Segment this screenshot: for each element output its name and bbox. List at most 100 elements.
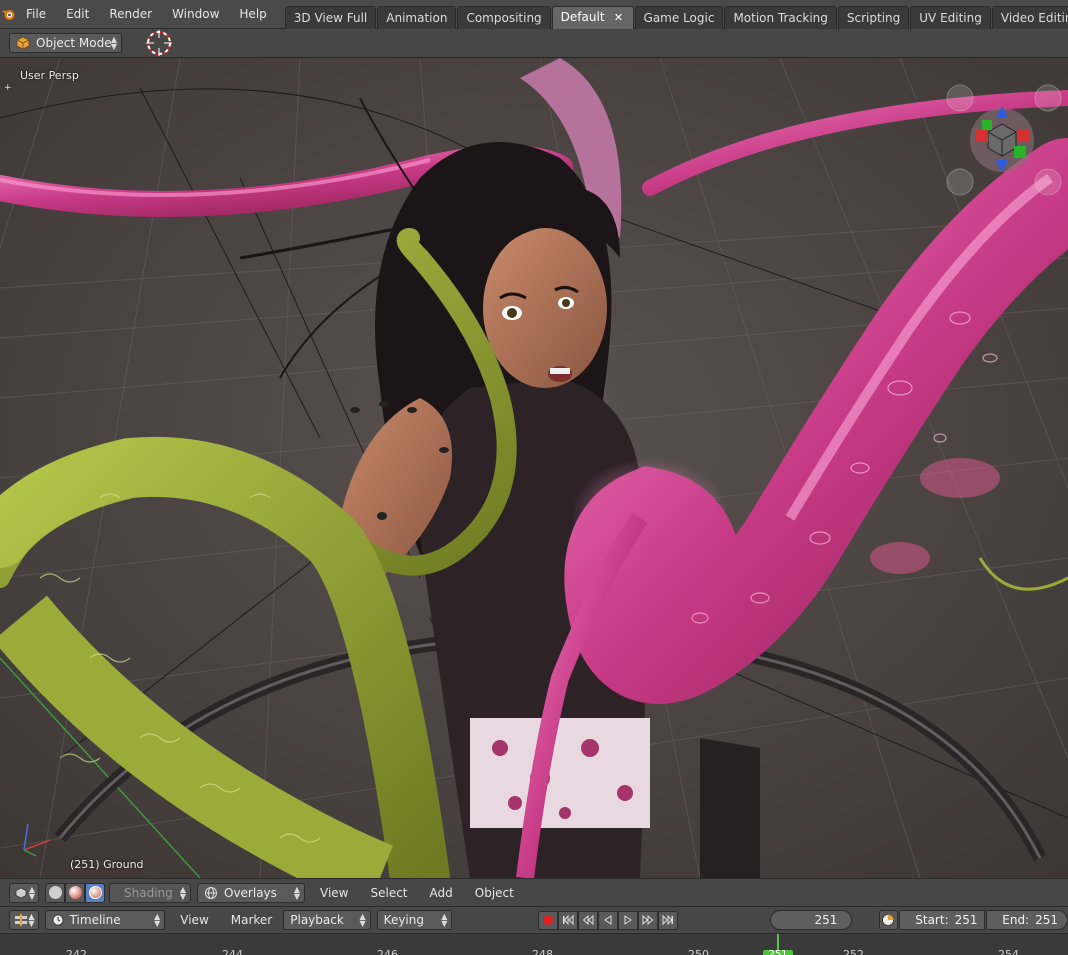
close-icon[interactable]: ✕ — [613, 11, 625, 24]
timeline-ruler[interactable]: 242 244 246 248 250 252 254 251 — [0, 933, 1068, 955]
current-frame-value: 251 — [814, 913, 838, 927]
menu-render[interactable]: Render — [99, 0, 162, 29]
solid-shading-button[interactable] — [45, 882, 65, 903]
current-frame-field[interactable]: 251 — [770, 910, 852, 930]
timeline-editor-icon — [15, 914, 27, 926]
record-icon — [543, 915, 554, 925]
rendered-shading-button[interactable] — [85, 882, 105, 903]
prev-keyframe-icon — [583, 915, 594, 925]
tab-video-editing[interactable]: Video Editing — [991, 5, 1068, 29]
chevron-updown-icon: ▲ ▼ — [28, 884, 35, 901]
3d-cursor-icon[interactable] — [144, 30, 174, 56]
menu-window[interactable]: Window — [162, 0, 229, 29]
viewport-header: ▲ ▼ Shading ▲ ▼ Overlays ▲ ▼ View Select Ad… — [0, 878, 1068, 906]
tab-default[interactable]: Default ✕ — [551, 5, 634, 29]
overlays-dropdown[interactable]: Overlays ▲ ▼ — [197, 882, 305, 903]
playback-dropdown[interactable]: Playback ▲ ▼ — [283, 910, 371, 930]
end-frame-field[interactable]: End: 251 — [986, 910, 1068, 930]
3d-viewport[interactable]: User Persp + (251) Ground — [0, 58, 1068, 878]
chevron-updown-icon: ▲ ▼ — [441, 912, 448, 928]
timeline-label: Timeline — [69, 913, 121, 927]
blender-logo-icon[interactable] — [0, 0, 16, 29]
viewport-menu-select[interactable]: Select — [359, 886, 418, 900]
jump-start-icon — [563, 915, 574, 925]
menu-help[interactable]: Help — [229, 0, 276, 29]
timeline-editor-type-dropdown[interactable]: ▲ ▼ — [9, 910, 39, 930]
tab-scripting[interactable]: Scripting — [837, 5, 910, 29]
chevron-updown-icon: ▲ ▼ — [179, 884, 186, 901]
rendered-sphere-icon — [88, 886, 102, 899]
chevron-updown-icon: ▲ ▼ — [154, 912, 161, 928]
start-frame-label: Start: — [915, 913, 949, 927]
clock-icon — [52, 914, 63, 926]
end-frame-label: End: — [1002, 913, 1030, 927]
jump-start-button[interactable] — [558, 910, 579, 930]
view-perspective-label: User Persp — [20, 69, 79, 82]
shading-dropdown[interactable]: Shading ▲ ▼ — [109, 882, 191, 903]
active-object-label: (251) Ground — [70, 858, 144, 871]
axis-indicator-icon — [23, 823, 51, 857]
pan-icon[interactable] — [1034, 84, 1062, 112]
ruler-tick: 244 — [222, 948, 243, 955]
camera-icon[interactable] — [946, 168, 974, 196]
play-reverse-icon — [604, 915, 612, 925]
shading-mode-group — [45, 882, 105, 903]
playback-label: Playback — [290, 913, 344, 927]
end-frame-value: 251 — [1035, 913, 1059, 927]
move-icon[interactable] — [1034, 168, 1062, 196]
ruler-tick: 250 — [688, 948, 709, 955]
jump-end-button[interactable] — [658, 910, 679, 930]
expand-toolbar-icon[interactable]: + — [4, 83, 12, 93]
preview-range-button[interactable] — [878, 910, 899, 930]
object-mode-dropdown[interactable]: Object Mode ▲ ▼ — [9, 33, 122, 53]
play-icon — [624, 915, 633, 925]
material-shading-button[interactable] — [65, 882, 85, 903]
zoom-icon[interactable] — [946, 84, 974, 112]
timeline-menu-view[interactable]: View — [169, 913, 219, 927]
viewport-menu-view[interactable]: View — [309, 886, 359, 900]
tab-motion-tracking[interactable]: Motion Tracking — [724, 5, 837, 29]
prev-keyframe-button[interactable] — [578, 910, 599, 930]
chevron-updown-icon: ▲ ▼ — [110, 35, 117, 51]
tab-animation[interactable]: Animation — [377, 5, 457, 29]
mode-header: Object Mode ▲ ▼ — [0, 29, 1068, 58]
next-keyframe-icon — [642, 915, 654, 925]
tab-default-label: Default — [560, 10, 605, 24]
tab-compositing[interactable]: Compositing — [457, 5, 551, 29]
start-frame-value: 251 — [954, 913, 978, 927]
viewport-menu-object[interactable]: Object — [464, 886, 525, 900]
playback-controls — [538, 910, 679, 930]
keying-label: Keying — [383, 913, 424, 927]
next-keyframe-button[interactable] — [638, 910, 659, 930]
chevron-updown-icon: ▲ ▼ — [293, 884, 300, 901]
tab-uv-editing[interactable]: UV Editing — [910, 5, 991, 29]
material-sphere-icon — [68, 886, 82, 899]
overlays-label: Overlays — [224, 885, 277, 900]
jump-end-icon — [662, 915, 674, 925]
ruler-tick: 246 — [377, 948, 398, 955]
object-mode-label: Object Mode — [36, 36, 112, 50]
menu-file[interactable]: File — [16, 0, 56, 29]
chevron-updown-icon: ▲ ▼ — [359, 912, 366, 928]
keying-dropdown[interactable]: Keying ▲ ▼ — [376, 910, 453, 930]
workspace-tabs: 3D View Full Animation Compositing Defau… — [284, 0, 1068, 29]
play-reverse-button[interactable] — [598, 910, 619, 930]
play-button[interactable] — [618, 910, 639, 930]
ruler-tick: 252 — [843, 948, 864, 955]
solid-sphere-icon — [48, 886, 62, 899]
menu-edit[interactable]: Edit — [56, 0, 99, 29]
timeline-menu-marker[interactable]: Marker — [220, 913, 283, 927]
timeline-dropdown[interactable]: Timeline ▲ ▼ — [44, 910, 166, 930]
start-frame-field[interactable]: Start: 251 — [899, 910, 986, 930]
navigation-gizmo[interactable] — [940, 80, 1068, 200]
tab-game-logic[interactable]: Game Logic — [634, 5, 724, 29]
viewport-menu-add[interactable]: Add — [419, 886, 464, 900]
editor-type-dropdown[interactable]: ▲ ▼ — [9, 882, 39, 903]
record-button[interactable] — [538, 910, 559, 930]
top-bar: File Edit Render Window Help 3D View Ful… — [0, 0, 1068, 29]
clock-icon — [882, 914, 895, 926]
ruler-tick: 248 — [532, 948, 553, 955]
tab-3d-view-full[interactable]: 3D View Full — [284, 5, 377, 29]
chevron-updown-icon: ▲ ▼ — [28, 912, 35, 928]
playhead-label[interactable]: 251 — [763, 950, 793, 955]
